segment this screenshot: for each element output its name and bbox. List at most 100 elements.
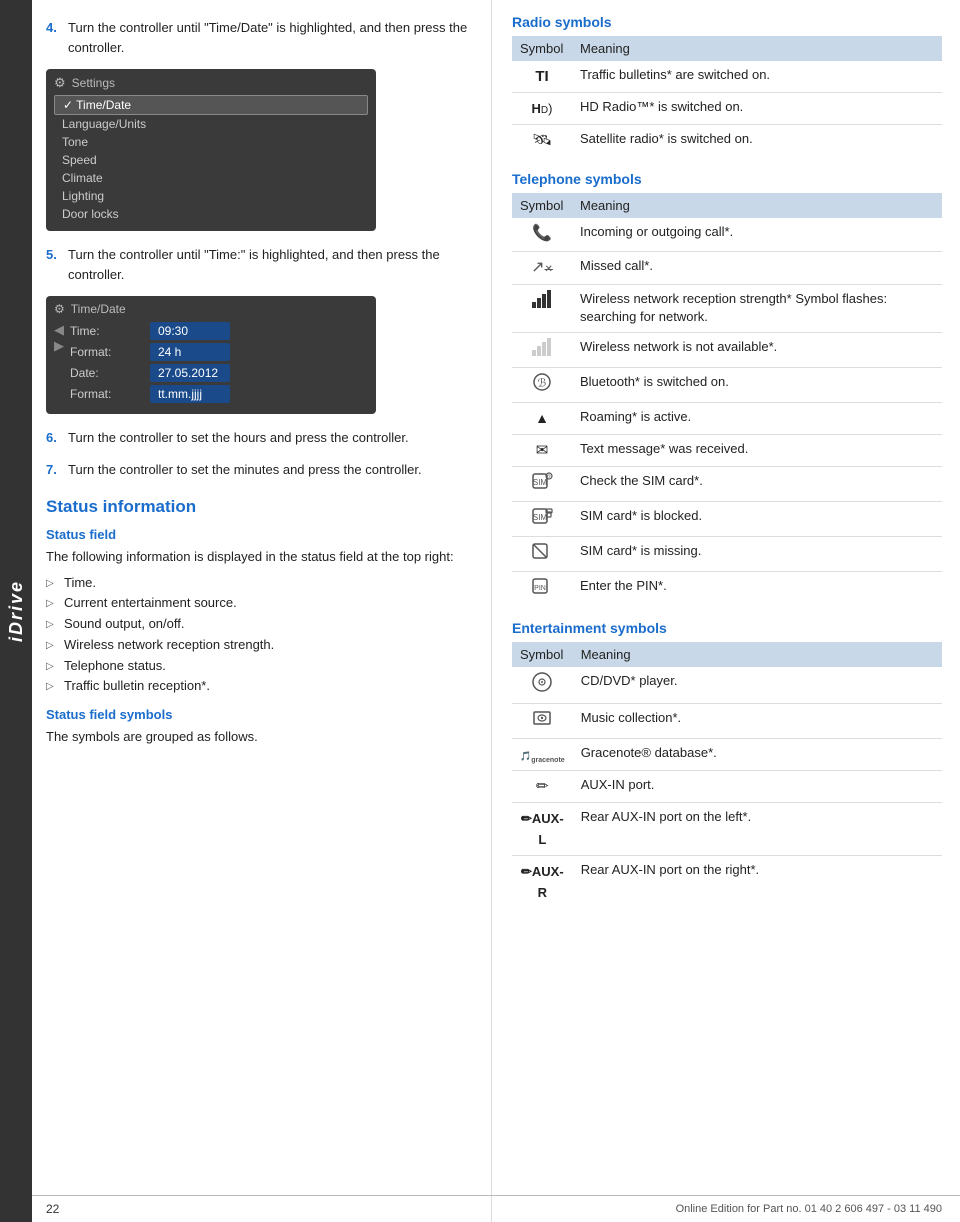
table-row: Wireless network reception strength* Sym…	[512, 285, 942, 332]
tel-sym-bluetooth: ℬ	[512, 367, 572, 402]
menu-item-doorlocks: Door locks	[54, 205, 368, 223]
svg-text:SIM: SIM	[533, 478, 548, 487]
tel-meaning-call: Incoming or outgoing call*.	[572, 218, 942, 251]
radio-sym-hd: HD)	[512, 93, 572, 125]
td-value-time: 09:30	[150, 322, 230, 340]
radio-meaning-hd: HD Radio™* is switched on.	[572, 93, 942, 125]
table-row: HD) HD Radio™* is switched on.	[512, 93, 942, 125]
ent-meaning-aux-l: Rear AUX-IN port on the left*.	[573, 803, 942, 856]
radio-col-symbol: Symbol	[512, 36, 572, 61]
menu-item-climate: Climate	[54, 169, 368, 187]
table-row: ✉ Text message* was received.	[512, 434, 942, 466]
bullet-time: Time.	[46, 573, 473, 594]
tel-meaning-missed: Missed call*.	[572, 251, 942, 284]
tel-meaning-check-sim: Check the SIM card*.	[572, 466, 942, 501]
status-field-bullets: Time. Current entertainment source. Soun…	[46, 573, 473, 698]
table-row: SIM card* is missing.	[512, 536, 942, 571]
bullet-wireless: Wireless network reception strength.	[46, 635, 473, 656]
tel-sym-sms: ✉	[512, 434, 572, 466]
step-7-text: Turn the controller to set the minutes a…	[68, 460, 422, 480]
step-4-text: Turn the controller until "Time/Date" is…	[68, 18, 473, 57]
bullet-sound: Sound output, on/off.	[46, 614, 473, 635]
ent-sym-music	[512, 703, 573, 738]
tel-sym-sim-missing	[512, 536, 572, 571]
radio-symbols-heading: Radio symbols	[512, 14, 942, 30]
table-row: ℬ Bluetooth* is switched on.	[512, 367, 942, 402]
tel-meaning-sms: Text message* was received.	[572, 434, 942, 466]
table-row: SIM SIM card* is blocked.	[512, 501, 942, 536]
table-row: ▲ Roaming* is active.	[512, 402, 942, 434]
screen2-icon: ⚙	[54, 302, 65, 316]
tel-sym-pin: PIN	[512, 571, 572, 606]
tel-sym-sim-blocked: SIM	[512, 501, 572, 536]
status-field-symbols-body: The symbols are grouped as follows.	[46, 727, 473, 747]
ent-col-meaning: Meaning	[573, 642, 942, 667]
td-nav-icon: ◀▶	[54, 322, 64, 354]
menu-item-timedate: ✓ Time/Date	[54, 95, 368, 115]
ent-col-symbol: Symbol	[512, 642, 573, 667]
screen1-title: Settings	[72, 76, 115, 90]
table-row: TI Traffic bulletins* are switched on.	[512, 61, 942, 93]
table-row: ✏ AUX-IN port.	[512, 771, 942, 803]
svg-text:SIM: SIM	[533, 513, 548, 522]
tel-sym-call: 📞	[512, 218, 572, 251]
tel-sym-roaming: ▲	[512, 402, 572, 434]
step-4-num: 4.	[46, 18, 68, 57]
radio-symbols-table: Symbol Meaning TI Traffic bulletins* are…	[512, 36, 942, 157]
table-row: ✏AUX-R Rear AUX-IN port on the right*.	[512, 856, 942, 909]
footer-text: Online Edition for Part no. 01 40 2 606 …	[676, 1203, 942, 1215]
menu-item-language: Language/Units	[54, 115, 368, 133]
table-row: 📞 Incoming or outgoing call*.	[512, 218, 942, 251]
td-value-date: 27.05.2012	[150, 364, 230, 382]
tel-sym-check-sim: SIM ?	[512, 466, 572, 501]
tel-sym-signal	[512, 285, 572, 332]
step-6-text: Turn the controller to set the hours and…	[68, 428, 409, 448]
step-5-text: Turn the controller until "Time:" is hig…	[68, 245, 473, 284]
tel-meaning-roaming: Roaming* is active.	[572, 402, 942, 434]
step-6-num: 6.	[46, 428, 68, 448]
step-5-num: 5.	[46, 245, 68, 284]
ent-sym-aux: ✏	[512, 771, 573, 803]
svg-text:PIN: PIN	[534, 585, 546, 592]
tel-meaning-bluetooth: Bluetooth* is switched on.	[572, 367, 942, 402]
settings-menu: ✓ Time/Date Language/Units Tone Speed Cl…	[54, 95, 368, 223]
screen2-mock: ⚙ Time/Date ◀▶ Time: 09:30 Format:	[46, 296, 376, 414]
menu-item-lighting: Lighting	[54, 187, 368, 205]
step-7: 7. Turn the controller to set the minute…	[46, 460, 473, 480]
td-label-time: Time:	[70, 324, 150, 338]
step-7-num: 7.	[46, 460, 68, 480]
td-value-format2: tt.mm.jjjj	[150, 385, 230, 403]
ent-sym-gracenote: 🎵gracenote	[512, 738, 573, 771]
menu-item-tone: Tone	[54, 133, 368, 151]
page-footer: 22 Online Edition for Part no. 01 40 2 6…	[32, 1195, 960, 1222]
ent-meaning-aux: AUX-IN port.	[573, 771, 942, 803]
tel-col-meaning: Meaning	[572, 193, 942, 218]
svg-text:ℬ: ℬ	[538, 377, 547, 389]
table-row: 🛰 Satellite radio* is switched on.	[512, 125, 942, 158]
table-row: ✏AUX-L Rear AUX-IN port on the left*.	[512, 803, 942, 856]
table-row: SIM ? Check the SIM card*.	[512, 466, 942, 501]
table-row: PIN Enter the PIN*.	[512, 571, 942, 606]
status-field-heading: Status field	[46, 527, 473, 542]
tel-col-symbol: Symbol	[512, 193, 572, 218]
td-label-format1: Format:	[70, 345, 150, 359]
tel-meaning-sim-missing: SIM card* is missing.	[572, 536, 942, 571]
telephone-symbols-table: Symbol Meaning 📞 Incoming or outgoing ca…	[512, 193, 942, 605]
bullet-traffic: Traffic bulletin reception*.	[46, 676, 473, 697]
bullet-entertainment: Current entertainment source.	[46, 593, 473, 614]
screen2-title: Time/Date	[71, 302, 126, 316]
radio-meaning-sat: Satellite radio* is switched on.	[572, 125, 942, 158]
tel-meaning-signal: Wireless network reception strength* Sym…	[572, 285, 942, 332]
ent-meaning-music: Music collection*.	[573, 703, 942, 738]
menu-item-speed: Speed	[54, 151, 368, 169]
bullet-telephone: Telephone status.	[46, 656, 473, 677]
settings-gear-icon: ⚙	[54, 75, 66, 91]
step-6: 6. Turn the controller to set the hours …	[46, 428, 473, 448]
ent-sym-aux-l: ✏AUX-L	[512, 803, 573, 856]
td-label-format2: Format:	[70, 387, 150, 401]
tel-meaning-sim-blocked: SIM card* is blocked.	[572, 501, 942, 536]
entertainment-symbols-heading: Entertainment symbols	[512, 620, 942, 636]
page-number: 22	[46, 1202, 59, 1216]
step-4: 4. Turn the controller until "Time/Date"…	[46, 18, 473, 57]
step-5: 5. Turn the controller until "Time:" is …	[46, 245, 473, 284]
